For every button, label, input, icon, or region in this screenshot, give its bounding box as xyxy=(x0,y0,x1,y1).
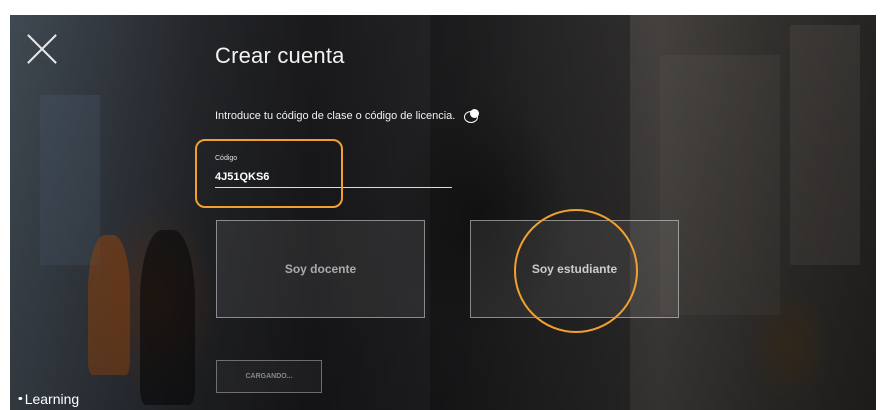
brand-logo: •• Learning xyxy=(18,391,79,407)
loading-button[interactable]: CARGANDO... xyxy=(216,360,322,393)
chat-help-icon[interactable] xyxy=(463,109,480,123)
highlight-circle xyxy=(514,209,638,333)
highlight-box xyxy=(195,139,343,208)
create-account-overlay: Crear cuenta Introduce tu código de clas… xyxy=(10,15,876,410)
teacher-button[interactable]: Soy docente xyxy=(216,220,425,318)
instruction-text: Introduce tu código de clase o código de… xyxy=(215,110,456,122)
brand-dots: •• xyxy=(18,393,22,405)
brand-name: Learning xyxy=(24,391,80,407)
background-photo: Crear cuenta Introduce tu código de clas… xyxy=(10,15,876,410)
instruction-row: Introduce tu código de clase o código de… xyxy=(215,109,480,123)
close-icon[interactable] xyxy=(24,31,60,67)
page-title: Crear cuenta xyxy=(215,43,345,68)
